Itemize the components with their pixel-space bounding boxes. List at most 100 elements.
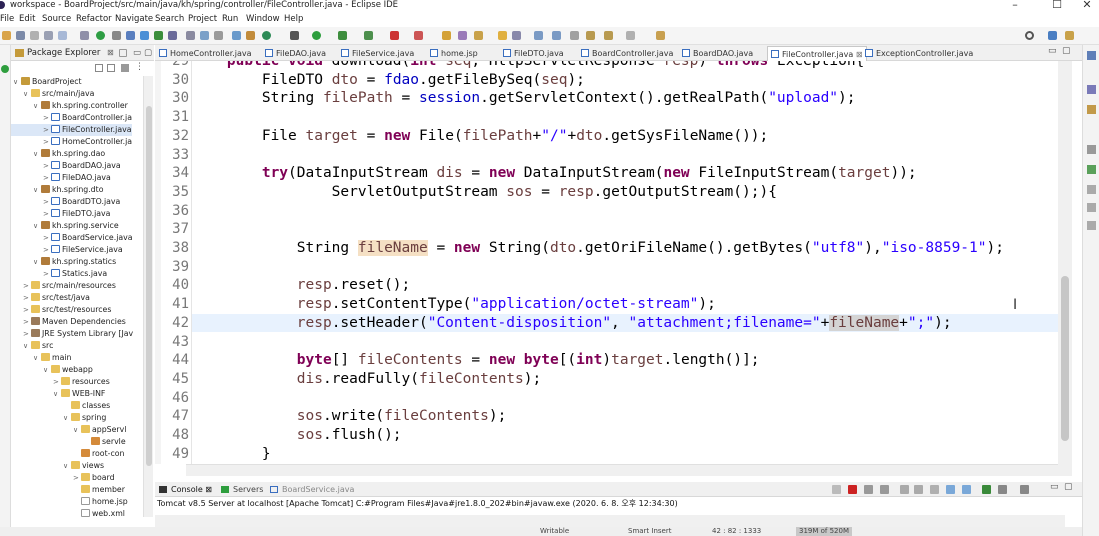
expand-arrow-icon[interactable]: > [23, 328, 31, 340]
tree-item[interactable]: root-con [11, 448, 124, 460]
editor-tab[interactable]: FileController.java ⊠ [767, 46, 867, 61]
terminal-icon[interactable] [58, 31, 67, 40]
tab-boardservice[interactable]: BoardService.java [282, 482, 354, 497]
code-line[interactable]: String fileName = new String(dto.getOriF… [192, 239, 1062, 257]
menu-file[interactable]: File [0, 13, 14, 26]
expand-arrow-icon[interactable]: > [23, 304, 31, 316]
nav-forward-icon[interactable] [626, 31, 635, 40]
menu-project[interactable]: Project [188, 13, 217, 26]
tree-item[interactable]: ∨ kh.spring.controller [11, 100, 128, 112]
code-line[interactable] [192, 333, 1062, 351]
tree-item[interactable]: ∨ src [11, 340, 53, 352]
tab-servers[interactable]: Servers [233, 482, 263, 497]
expand-arrow-icon[interactable]: > [43, 160, 51, 172]
editor-tab[interactable]: BoardController.java [581, 46, 673, 61]
javadoc-icon[interactable] [1087, 185, 1096, 194]
tree-item[interactable]: servle [11, 436, 126, 448]
editor-maximize-icon[interactable]: ▢ [1062, 46, 1071, 56]
code-line[interactable]: resp.setHeader("Content-disposition", "a… [192, 313, 1062, 332]
restore-icon[interactable] [1087, 145, 1096, 154]
view-menu-dots-icon[interactable]: ⋮ [135, 62, 144, 72]
tree-item[interactable]: > Maven Dependencies [11, 316, 126, 328]
new-icon[interactable] [2, 31, 11, 40]
save-all-icon[interactable] [30, 31, 39, 40]
tree-item[interactable]: > src/test/java [11, 292, 90, 304]
expand-arrow-icon[interactable]: ∨ [33, 220, 41, 232]
code-line[interactable]: public void download(int seq, HttpServle… [192, 61, 1062, 70]
expand-arrow-icon[interactable]: ∨ [33, 184, 41, 196]
show-stdout-icon[interactable] [930, 485, 939, 494]
expand-arrow-icon[interactable]: > [43, 208, 51, 220]
tree-item[interactable]: > FileDTO.java [11, 208, 110, 220]
code-line[interactable]: sos.write(fileContents); [192, 407, 1062, 425]
tree-item[interactable]: ∨ WEB-INF [11, 388, 105, 400]
remove-launch-icon[interactable] [864, 485, 873, 494]
forward-icon[interactable] [604, 31, 613, 40]
tree-item[interactable]: ∨ BoardProject [11, 76, 82, 88]
external-tools-icon[interactable] [364, 31, 373, 40]
expand-arrow-icon[interactable]: ∨ [33, 256, 41, 268]
open-type-icon[interactable] [442, 31, 451, 40]
console-horizontal-scrollbar[interactable] [155, 515, 1065, 527]
run-icon[interactable] [312, 31, 321, 40]
display-console-icon[interactable] [982, 485, 991, 494]
tree-item[interactable]: ∨ appServl [11, 424, 126, 436]
expand-arrow-icon[interactable]: ∨ [33, 352, 41, 364]
expand-arrow-icon[interactable]: ∨ [43, 364, 51, 376]
tree-item[interactable]: ∨ kh.spring.dto [11, 184, 103, 196]
editor-minimize-icon[interactable]: ▭ [1048, 46, 1057, 56]
tree-item[interactable]: ∨ webapp [11, 364, 93, 376]
code-editor[interactable]: 29 30 30 31 32 33 34 35 36 37 38 39 40 41 42 43 44 45 46 47… [155, 61, 1082, 464]
terminate-icon[interactable] [848, 485, 857, 494]
word-wrap-icon[interactable] [914, 485, 923, 494]
close-tab-icon[interactable]: ⊠ [853, 50, 863, 59]
console-maximize-icon[interactable]: ▢ [1064, 482, 1073, 492]
code-line[interactable]: String filePath = session.getServletCont… [192, 89, 1062, 107]
prev-annotation-icon[interactable] [552, 31, 561, 40]
code-line[interactable] [192, 220, 1062, 238]
perspective-icon[interactable] [1048, 31, 1057, 40]
menu-source[interactable]: Source [42, 13, 71, 26]
code-line[interactable]: dis.readFully(fileContents); [192, 370, 1062, 388]
collapse-all-icon[interactable] [95, 64, 103, 72]
expand-arrow-icon[interactable]: ∨ [63, 460, 71, 472]
package-explorer-tab[interactable]: Package Explorer [27, 45, 100, 61]
maximize-button[interactable]: ☐ [1042, 0, 1072, 12]
debug-icon[interactable] [290, 31, 299, 40]
tree-item[interactable]: home.jsp [11, 496, 128, 508]
toggle-icon[interactable] [232, 31, 241, 40]
marker-icon[interactable] [512, 31, 521, 40]
expand-arrow-icon[interactable]: ∨ [23, 88, 31, 100]
print-icon[interactable] [44, 31, 53, 40]
code-line[interactable]: File target = new File(filePath+"/"+dto.… [192, 127, 1062, 145]
editor-vertical-scrollbar[interactable] [1058, 61, 1072, 464]
expand-arrow-icon[interactable]: > [43, 196, 51, 208]
search-tool-icon[interactable] [474, 31, 483, 40]
tree-item[interactable]: ∨ kh.spring.dao [11, 148, 105, 160]
expand-arrow-icon[interactable]: ∨ [33, 100, 41, 112]
maximize-view-icon[interactable]: ▢ [144, 45, 152, 61]
console-minimize-icon[interactable]: ▭ [1050, 482, 1059, 492]
code-line[interactable]: try(DataInputStream dis = new DataInputS… [192, 164, 1062, 182]
tree-item[interactable]: > resources [11, 376, 110, 388]
expand-arrow-icon[interactable]: > [53, 376, 61, 388]
close-button[interactable]: ✕ [1072, 0, 1099, 12]
show-stderr-icon[interactable] [946, 485, 955, 494]
back-icon[interactable] [586, 31, 595, 40]
tree-item[interactable]: > FileService.java [11, 244, 123, 256]
tree-item[interactable]: > src/test/resources [11, 304, 111, 316]
minimize-view-icon[interactable]: ▭ [133, 45, 141, 61]
focus-icon[interactable] [121, 64, 129, 72]
start-server-icon[interactable] [96, 31, 105, 40]
tree-item[interactable]: > BoardService.java [11, 232, 133, 244]
tree-item[interactable]: > BoardController.ja [11, 112, 132, 124]
spring-icon[interactable] [246, 31, 255, 40]
expand-arrow-icon[interactable]: > [43, 124, 51, 136]
outline-icon[interactable] [1087, 51, 1096, 60]
menu-edit[interactable]: Edit [19, 13, 35, 26]
menu-window[interactable]: Window [246, 13, 280, 26]
code-line[interactable]: resp.setContentType("application/octet-s… [192, 295, 1062, 313]
code-line[interactable]: resp.reset(); [192, 276, 1062, 294]
tree-item[interactable]: ∨ src/main/java [11, 88, 94, 100]
editor-tab[interactable]: FileService.java [341, 46, 414, 61]
